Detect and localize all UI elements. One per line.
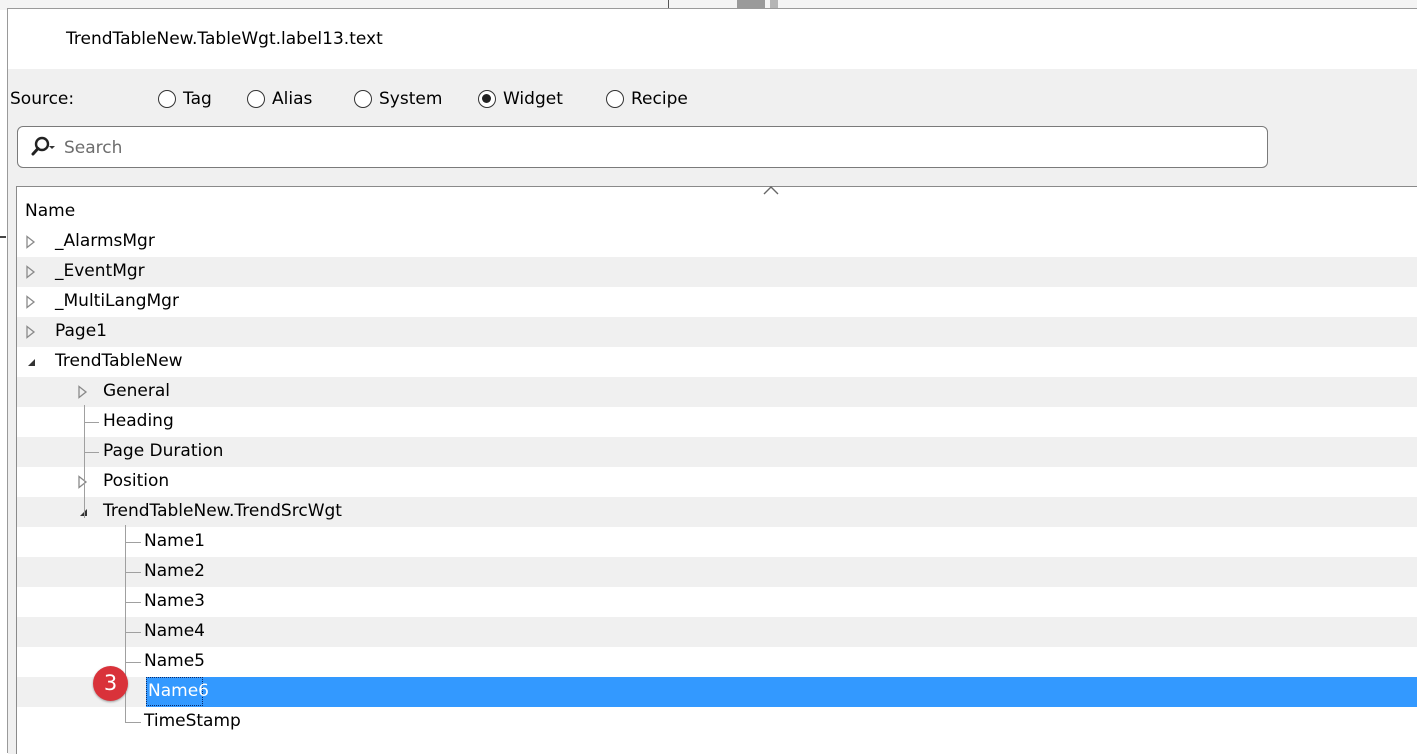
collapse-arrow-icon[interactable] <box>25 355 37 369</box>
expand-arrow-icon[interactable] <box>77 475 89 489</box>
radio-widget-label: Widget <box>503 89 563 109</box>
tree-connector-line <box>125 602 141 603</box>
tree-item-label: Name6 <box>148 681 209 701</box>
tree-item-label: TrendTableNew.TrendSrcWgt <box>103 501 342 521</box>
tree-connector-line <box>125 542 141 543</box>
tag-browser-dialog: TrendTableNew.TableWgt.label13.text Sour… <box>7 8 1417 754</box>
tree-item-label: Name5 <box>144 651 205 671</box>
tree-connector-line <box>125 525 126 723</box>
column-header-label: Name <box>25 201 76 221</box>
tree-item-label: Page Duration <box>103 441 224 461</box>
tree-item-eventmgr[interactable]: _EventMgr <box>17 257 1417 287</box>
tree-item-label: General <box>103 381 170 401</box>
tree-item-position[interactable]: Position <box>17 467 1417 497</box>
tree-item-label: Position <box>103 471 170 491</box>
tree-item-label: _EventMgr <box>55 261 145 281</box>
expand-arrow-icon[interactable] <box>77 385 89 399</box>
radio-widget[interactable]: Widget <box>478 87 563 111</box>
dialog-body: Source: Tag Alias System Widget Recipe S… <box>8 69 1417 754</box>
tree-connector-line <box>125 632 141 633</box>
radio-tag-circle[interactable] <box>158 90 176 108</box>
expand-arrow-icon[interactable] <box>25 325 37 339</box>
radio-alias[interactable]: Alias <box>247 87 312 111</box>
radio-system-circle[interactable] <box>354 90 372 108</box>
tree-connector-line <box>125 722 141 723</box>
tree-item-label: _AlarmsMgr <box>55 231 155 251</box>
tree-item-label: TimeStamp <box>144 711 241 731</box>
collapse-arrow-icon[interactable] <box>77 505 89 519</box>
tree-view[interactable]: Name _AlarmsMgr _EventMgr _MultiLangMgr … <box>16 186 1417 754</box>
source-label: Source: <box>10 89 75 109</box>
tree-item-label: Name1 <box>144 531 205 551</box>
radio-recipe[interactable]: Recipe <box>606 87 688 111</box>
radio-alias-circle[interactable] <box>247 90 265 108</box>
tree-item-label: Name3 <box>144 591 205 611</box>
tree-item-alarmsmgr[interactable]: _AlarmsMgr <box>17 227 1417 257</box>
expand-arrow-icon[interactable] <box>25 235 37 249</box>
dialog-title: TrendTableNew.TableWgt.label13.text <box>66 29 383 49</box>
tree-item-name4[interactable]: Name4 <box>17 617 1417 647</box>
tree-item-label: Page1 <box>55 321 107 341</box>
radio-tag-label: Tag <box>183 89 212 109</box>
tree-item-heading[interactable]: Heading <box>17 407 1417 437</box>
tree-item-name3[interactable]: Name3 <box>17 587 1417 617</box>
tree-item-name6-selected[interactable]: Name6 <box>17 677 1417 707</box>
tree-item-label: Heading <box>103 411 174 431</box>
radio-recipe-label: Recipe <box>631 89 688 109</box>
expand-arrow-icon[interactable] <box>25 265 37 279</box>
tree-item-timestamp[interactable]: TimeStamp <box>17 707 1417 737</box>
search-icon[interactable] <box>30 135 56 159</box>
tree-item-label: Name4 <box>144 621 205 641</box>
tree-item-label: Name2 <box>144 561 205 581</box>
radio-system[interactable]: System <box>354 87 442 111</box>
tree-item-label: TrendTableNew <box>55 351 183 371</box>
radio-system-label: System <box>379 89 443 109</box>
source-selector: Source: Tag Alias System Widget Recipe <box>8 87 808 111</box>
tree-item-name2[interactable]: Name2 <box>17 557 1417 587</box>
expand-arrow-icon[interactable] <box>25 295 37 309</box>
tree-item-general[interactable]: General <box>17 377 1417 407</box>
tree-item-name5[interactable]: Name5 <box>17 647 1417 677</box>
radio-widget-circle[interactable] <box>478 90 496 108</box>
tree-item-multilangmgr[interactable]: _MultiLangMgr <box>17 287 1417 317</box>
radio-alias-label: Alias <box>272 89 313 109</box>
column-header-name[interactable]: Name <box>17 187 1417 227</box>
background-mark <box>0 236 6 238</box>
radio-tag[interactable]: Tag <box>158 87 212 111</box>
tree-connector-line <box>84 452 99 453</box>
tree-connector-line <box>84 422 99 423</box>
tree-item-label: _MultiLangMgr <box>55 291 179 311</box>
search-box[interactable] <box>17 126 1268 168</box>
search-input[interactable] <box>62 135 1256 161</box>
tree-item-trendsrcwgt[interactable]: TrendTableNew.TrendSrcWgt <box>17 497 1417 527</box>
radio-recipe-circle[interactable] <box>606 90 624 108</box>
tree-item-trendtablenew[interactable]: TrendTableNew <box>17 347 1417 377</box>
selection-highlight <box>146 677 1417 707</box>
tree-item-page1[interactable]: Page1 <box>17 317 1417 347</box>
callout-number-badge: 3 <box>93 666 128 701</box>
tree-connector-line <box>125 662 141 663</box>
tree-connector-line <box>125 572 141 573</box>
tree-item-page-duration[interactable]: Page Duration <box>17 437 1417 467</box>
title-bar: TrendTableNew.TableWgt.label13.text <box>8 9 1417 69</box>
tree-item-name1[interactable]: Name1 <box>17 527 1417 557</box>
